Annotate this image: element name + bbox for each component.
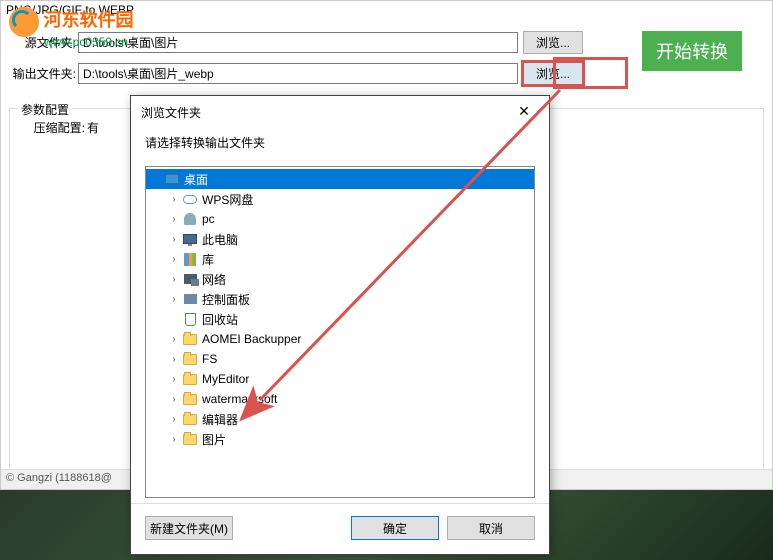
folder-icon bbox=[181, 371, 199, 387]
tree-item-label: 图片 bbox=[202, 431, 226, 448]
source-folder-input[interactable] bbox=[78, 32, 518, 53]
folder-icon bbox=[181, 331, 199, 347]
new-folder-button[interactable]: 新建文件夹(M) bbox=[145, 516, 233, 540]
output-folder-input[interactable] bbox=[78, 63, 518, 84]
tree-item[interactable]: › 编辑器 bbox=[146, 409, 534, 429]
expander-icon[interactable]: › bbox=[168, 294, 180, 305]
tree-item[interactable]: › FS bbox=[146, 349, 534, 369]
expander-icon[interactable]: › bbox=[168, 334, 180, 345]
window-title: PNG/JPG/GIF to WEBP bbox=[1, 1, 772, 21]
tree-item-label: FS bbox=[202, 352, 217, 366]
cancel-button[interactable]: 取消 bbox=[447, 516, 535, 540]
folder-icon bbox=[181, 431, 199, 447]
tree-item-label: 回收站 bbox=[202, 311, 238, 328]
expander-icon[interactable]: › bbox=[168, 434, 180, 445]
dialog-instruction: 请选择转换输出文件夹 bbox=[131, 128, 549, 161]
desktop-icon bbox=[163, 171, 181, 187]
compress-config-value: 有 bbox=[87, 119, 99, 136]
tree-item[interactable]: › pc bbox=[146, 209, 534, 229]
tree-item-label: AOMEI Backupper bbox=[202, 332, 301, 346]
browse-source-button[interactable]: 浏览... bbox=[523, 31, 583, 54]
monitor-icon bbox=[181, 231, 199, 247]
annotation-highlight-box bbox=[553, 57, 628, 89]
expander-icon[interactable]: › bbox=[168, 254, 180, 265]
folder-tree[interactable]: 桌面›WPS网盘›pc›此电脑›库›网络›控制面板回收站›AOMEI Backu… bbox=[145, 166, 535, 498]
tree-item-label: MyEditor bbox=[202, 372, 249, 386]
panel-icon bbox=[181, 291, 199, 307]
tree-item[interactable]: › 网络 bbox=[146, 269, 534, 289]
folder-icon bbox=[181, 411, 199, 427]
tree-item-label: 库 bbox=[202, 251, 214, 268]
output-folder-label: 输出文件夹: bbox=[6, 65, 78, 82]
dialog-close-button[interactable]: ✕ bbox=[504, 98, 544, 126]
tree-item[interactable]: 回收站 bbox=[146, 309, 534, 329]
lib-icon bbox=[181, 251, 199, 267]
tree-item-label: 此电脑 bbox=[202, 231, 238, 248]
tree-item[interactable]: › 图片 bbox=[146, 429, 534, 449]
tree-item-label: 编辑器 bbox=[202, 411, 238, 428]
expander-icon[interactable]: › bbox=[168, 414, 180, 425]
recycle-icon bbox=[181, 311, 199, 327]
start-convert-button[interactable]: 开始转换 bbox=[642, 31, 742, 71]
tree-item[interactable]: 桌面 bbox=[146, 169, 534, 189]
user-icon bbox=[181, 211, 199, 227]
dialog-title-text: 浏览文件夹 bbox=[141, 104, 201, 121]
tree-item[interactable]: › WPS网盘 bbox=[146, 189, 534, 209]
expander-icon[interactable]: › bbox=[168, 394, 180, 405]
tree-item-label: pc bbox=[202, 212, 215, 226]
expander-icon[interactable]: › bbox=[168, 374, 180, 385]
tree-item[interactable]: › watermarksoft bbox=[146, 389, 534, 409]
tree-item[interactable]: › 此电脑 bbox=[146, 229, 534, 249]
tree-item-label: 网络 bbox=[202, 271, 226, 288]
tree-item[interactable]: › 控制面板 bbox=[146, 289, 534, 309]
tree-item[interactable]: ›库 bbox=[146, 249, 534, 269]
params-group-title: 参数配置 bbox=[18, 101, 72, 118]
tree-item-label: 桌面 bbox=[184, 171, 208, 188]
ok-button[interactable]: 确定 bbox=[351, 516, 439, 540]
tree-item-label: 控制面板 bbox=[202, 291, 250, 308]
expander-icon[interactable]: › bbox=[168, 354, 180, 365]
net-icon bbox=[181, 271, 199, 287]
compress-config-label: 压缩配置: bbox=[15, 119, 87, 136]
browse-folder-dialog: 浏览文件夹 ✕ 请选择转换输出文件夹 桌面›WPS网盘›pc›此电脑›库›网络›… bbox=[130, 95, 550, 555]
folder-icon bbox=[181, 351, 199, 367]
tree-item[interactable]: › MyEditor bbox=[146, 369, 534, 389]
source-folder-label: 源文件夹: bbox=[6, 34, 78, 51]
expander-icon[interactable]: › bbox=[168, 194, 180, 205]
expander-icon[interactable]: › bbox=[168, 214, 180, 225]
expander-icon[interactable]: › bbox=[168, 274, 180, 285]
folder-icon bbox=[181, 391, 199, 407]
tree-item[interactable]: › AOMEI Backupper bbox=[146, 329, 534, 349]
tree-item-label: WPS网盘 bbox=[202, 191, 253, 208]
cloud-icon bbox=[181, 191, 199, 207]
expander-icon[interactable]: › bbox=[168, 234, 180, 245]
tree-item-label: watermarksoft bbox=[202, 392, 277, 406]
